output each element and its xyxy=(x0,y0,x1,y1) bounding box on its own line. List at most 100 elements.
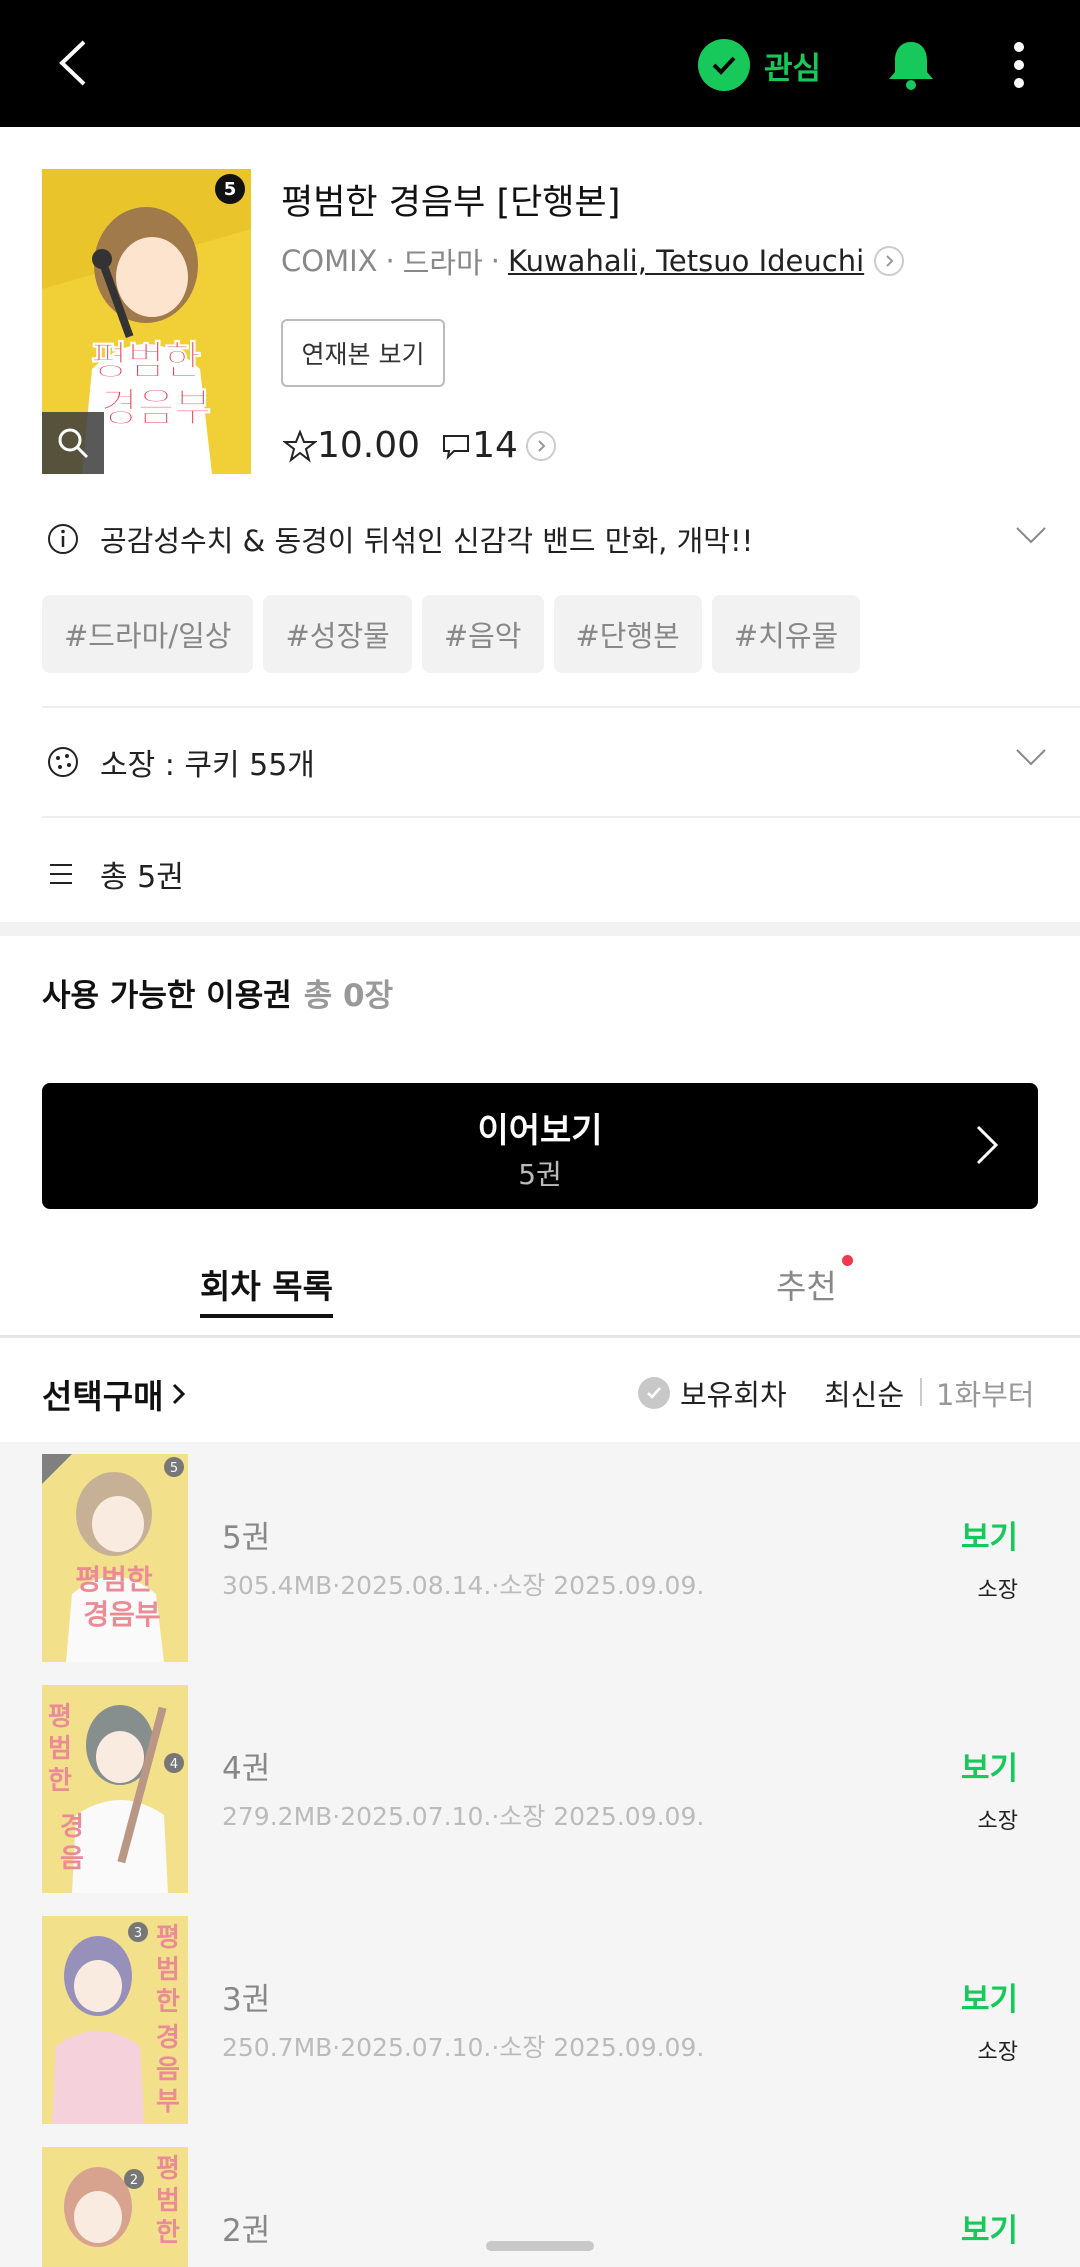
episode-list: 평범한 경음부 5 5권 305.4MB·2025.08.14.·소장 2025… xyxy=(0,1442,1080,2267)
episode-info: 250.7MB·2025.07.10.·소장 2025.09.09. xyxy=(222,2033,705,2062)
ownership-text: 소장 : 쿠키 55개 xyxy=(100,748,315,783)
more-options-icon[interactable] xyxy=(1004,38,1034,92)
episode-thumbnail: 평범한 경음부 5 xyxy=(42,1454,188,1662)
comment-icon[interactable] xyxy=(440,430,472,462)
top-app-bar: 관심 xyxy=(0,0,1080,127)
list-toolbar: 선택구매 보유회차 최신순 1화부터 xyxy=(0,1338,1080,1442)
meta-separator: · xyxy=(385,244,395,278)
follow-button[interactable]: 관심 xyxy=(698,38,821,92)
genre: 드라마 xyxy=(402,246,483,280)
sort-first-button[interactable]: 1화부터 xyxy=(936,1372,1035,1414)
chevron-down-icon[interactable] xyxy=(1014,740,1048,774)
svg-text:평: 평 xyxy=(156,1923,180,1953)
total-volumes-row: 총 5권 xyxy=(46,852,184,896)
view-button[interactable]: 보기 xyxy=(961,1512,1018,1557)
svg-text:평: 평 xyxy=(156,2154,180,2184)
list-item[interactable]: 평 범 한 경 음 4 4권 279.2MB·2025.07.10.·소장 20… xyxy=(0,1673,1080,1904)
episode-thumbnail: 평 범 한 경 음 4 xyxy=(42,1685,188,1893)
notification-dot xyxy=(842,1255,853,1266)
publisher: COMIX xyxy=(281,244,378,278)
bell-icon[interactable] xyxy=(886,38,936,92)
tab-recommend[interactable]: 추천 xyxy=(776,1260,837,1308)
tag-list: #드라마/일상 #성장물 #음악 #단행본 #치유물 xyxy=(42,595,861,673)
episode-info: 279.2MB·2025.07.10.·소장 2025.09.09. xyxy=(222,1802,705,1831)
description-text: 공감성수치 & 동경이 뒤섞인 신감각 밴드 만화, 개막!! xyxy=(100,524,754,558)
tag-chip[interactable]: #성장물 xyxy=(263,595,412,673)
ownership-row[interactable]: 소장 : 쿠키 55개 xyxy=(46,740,1046,784)
svg-text:한: 한 xyxy=(156,1987,180,2017)
select-purchase-button[interactable]: 선택구매 xyxy=(42,1370,189,1418)
rating-value: 10.00 xyxy=(317,425,421,466)
view-button[interactable]: 보기 xyxy=(961,1974,1018,2019)
section-separator xyxy=(0,922,1080,936)
episode-info: 305.4MB·2025.08.14.·소장 2025.09.09. xyxy=(222,1571,705,1600)
svg-text:3: 3 xyxy=(134,1926,142,1941)
svg-text:범: 범 xyxy=(48,1734,72,1764)
episode-volume: 3권 xyxy=(222,1982,271,2018)
owned-badge: 소장 xyxy=(977,1809,1018,1834)
author-link[interactable]: Kuwahali, Tetsuo Ideuchi xyxy=(508,244,864,278)
description-row[interactable]: 공감성수치 & 동경이 뒤섞인 신감각 밴드 만화, 개막!! xyxy=(46,518,1046,560)
comic-meta: COMIX · 드라마 · Kuwahali, Tetsuo Ideuchi xyxy=(281,240,905,282)
cookie-icon xyxy=(48,747,78,777)
tab-episode-list[interactable]: 회차 목록 xyxy=(200,1260,333,1318)
check-icon xyxy=(698,39,750,91)
home-indicator[interactable] xyxy=(486,2241,594,2251)
back-icon[interactable] xyxy=(52,36,100,90)
select-purchase-label: 선택구매 xyxy=(42,1377,164,1416)
cover-image[interactable]: 5 평범한 경음부 xyxy=(42,169,251,474)
svg-text:범: 범 xyxy=(156,2186,180,2216)
list-item[interactable]: 평범한 경음부 5 5권 305.4MB·2025.08.14.·소장 2025… xyxy=(0,1442,1080,1673)
tab-bar: 회차 목록 추천 xyxy=(0,1220,1080,1338)
follow-label: 관심 xyxy=(764,50,822,87)
check-icon xyxy=(638,1377,670,1409)
chevron-right-icon xyxy=(173,1383,186,1405)
svg-text:음: 음 xyxy=(60,1844,84,1874)
total-volumes-text: 총 5권 xyxy=(100,860,184,895)
svg-text:4: 4 xyxy=(170,1757,178,1772)
tag-chip[interactable]: #음악 xyxy=(421,595,544,673)
comic-stats: 10.00 14 xyxy=(283,425,556,466)
tag-chip[interactable]: #치유물 xyxy=(711,595,861,673)
info-icon xyxy=(48,524,78,554)
view-button[interactable]: 보기 xyxy=(961,1743,1018,1788)
sort-newest-button[interactable]: 최신순 xyxy=(824,1372,904,1414)
star-icon xyxy=(283,428,317,463)
svg-text:한: 한 xyxy=(156,2218,180,2248)
episode-thumbnail: 평 범 한 2 xyxy=(42,2147,188,2267)
chevron-right-icon[interactable] xyxy=(525,430,556,461)
svg-text:한: 한 xyxy=(48,1766,72,1796)
owned-badge: 소장 xyxy=(977,1578,1018,1603)
svg-text:경: 경 xyxy=(60,1812,84,1842)
sort-divider xyxy=(920,1378,922,1406)
continue-label: 이어보기 xyxy=(477,1111,603,1151)
svg-text:경음부: 경음부 xyxy=(83,1598,160,1631)
passes-label: 사용 가능한 이용권 xyxy=(42,978,292,1014)
svg-text:경음부: 경음부 xyxy=(101,385,211,431)
owned-filter-toggle[interactable]: 보유회차 xyxy=(638,1372,787,1414)
continue-reading-button[interactable]: 이어보기 5권 xyxy=(42,1083,1038,1209)
list-item[interactable]: 평 범 한 경 음 부 3 3권 250.7MB·2025.07.10.·소장 … xyxy=(0,1904,1080,2135)
tag-chip[interactable]: #단행본 xyxy=(553,595,702,673)
svg-text:2: 2 xyxy=(130,2173,138,2188)
svg-text:5: 5 xyxy=(170,1461,178,1476)
chevron-right-icon[interactable] xyxy=(874,246,905,276)
comment-count[interactable]: 14 xyxy=(472,425,518,466)
meta-separator: · xyxy=(490,244,500,278)
chevron-down-icon[interactable] xyxy=(1014,518,1048,552)
chevron-right-icon xyxy=(976,1125,999,1165)
available-passes: 사용 가능한 이용권 총 0장 xyxy=(42,970,393,1015)
zoom-icon[interactable] xyxy=(42,412,104,474)
owned-filter-label: 보유회차 xyxy=(680,1378,787,1412)
episode-volume: 5권 xyxy=(222,1520,271,1556)
tag-chip[interactable]: #드라마/일상 xyxy=(42,595,254,673)
episode-thumbnail: 평 범 한 경 음 부 3 xyxy=(42,1916,188,2124)
svg-text:경: 경 xyxy=(156,2023,180,2053)
svg-text:평: 평 xyxy=(48,1702,72,1732)
svg-text:범: 범 xyxy=(156,1955,180,1985)
view-button[interactable]: 보기 xyxy=(961,2205,1018,2250)
episode-volume: 2권 xyxy=(222,2213,271,2249)
episode-volume: 4권 xyxy=(222,1751,271,1787)
svg-text:부: 부 xyxy=(156,2087,180,2117)
view-serial-button[interactable]: 연재본 보기 xyxy=(281,319,445,387)
